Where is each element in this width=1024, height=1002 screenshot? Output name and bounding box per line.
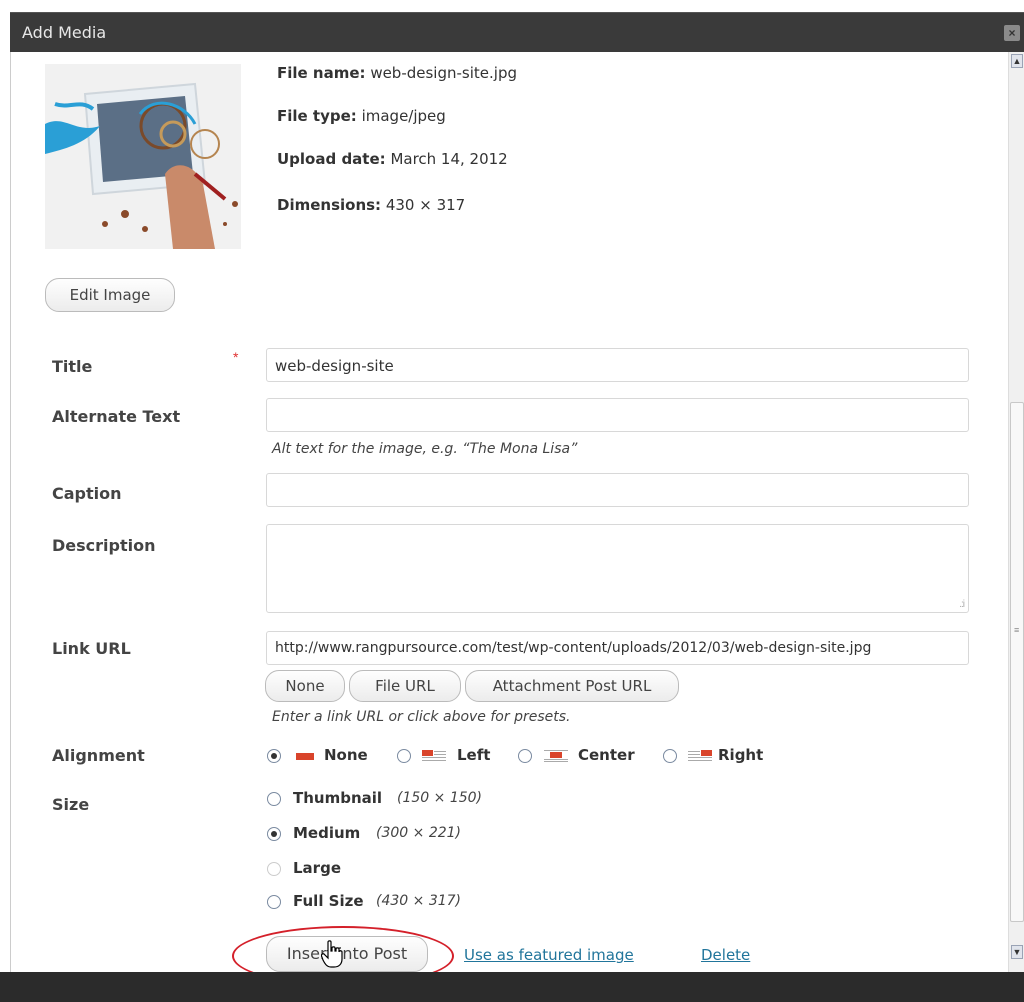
size-thumbnail-dims: (150 × 150) xyxy=(397,790,482,806)
title-input[interactable]: web-design-site xyxy=(266,348,969,382)
use-as-featured-image-link[interactable]: Use as featured image xyxy=(464,946,634,964)
meta-file-type-label: File type: xyxy=(277,107,357,125)
size-full-dims: (430 × 317) xyxy=(376,893,461,909)
meta-upload-date-label: Upload date: xyxy=(277,150,386,168)
align-none-radio[interactable] xyxy=(267,749,281,763)
alt-text-input[interactable] xyxy=(266,398,969,432)
size-full-text: Full Size xyxy=(293,892,364,910)
meta-upload-date-value: March 14, 2012 xyxy=(390,150,508,168)
align-center-icon xyxy=(544,750,568,762)
link-none-button[interactable]: None xyxy=(265,670,345,702)
align-none-text: None xyxy=(324,746,368,764)
scroll-down-icon[interactable]: ▼ xyxy=(1011,945,1023,959)
scroll-thumb[interactable]: ≡ xyxy=(1010,402,1024,922)
align-right-text: Right xyxy=(718,746,764,764)
align-center-radio[interactable] xyxy=(518,749,532,763)
close-icon[interactable]: × xyxy=(1004,25,1020,41)
scroll-grip-icon: ≡ xyxy=(1014,625,1020,635)
size-large-text: Large xyxy=(293,859,341,877)
caption-input[interactable] xyxy=(266,473,969,507)
size-medium-radio[interactable] xyxy=(267,827,281,841)
window-bottom-bar xyxy=(0,972,1024,1002)
title-label: Title xyxy=(52,357,93,376)
size-large-radio xyxy=(267,862,281,876)
link-url-help: Enter a link URL or click above for pres… xyxy=(272,709,571,725)
required-marker: * xyxy=(233,349,239,365)
alt-text-label: Alternate Text xyxy=(52,407,181,426)
thumbnail-art xyxy=(45,64,241,249)
highlight-ring xyxy=(232,926,454,972)
meta-dimensions-value: 430 × 317 xyxy=(385,196,466,214)
link-url-label: Link URL xyxy=(52,639,131,658)
vertical-scrollbar[interactable]: ▲ ≡ ▼ xyxy=(1008,52,1024,972)
alignment-label: Alignment xyxy=(52,746,145,765)
size-thumbnail-text: Thumbnail xyxy=(293,789,383,807)
attachment-post-url-button[interactable]: Attachment Post URL xyxy=(465,670,679,702)
align-right-radio[interactable] xyxy=(663,749,677,763)
size-medium-text: Medium xyxy=(293,824,361,842)
meta-file-type: File type: image/jpeg xyxy=(277,107,446,125)
description-textarea[interactable]: .:i xyxy=(266,524,969,613)
size-thumbnail-radio[interactable] xyxy=(267,792,281,806)
description-label: Description xyxy=(52,536,156,555)
meta-file-type-value: image/jpeg xyxy=(361,107,446,125)
resize-grip-icon[interactable]: .:i xyxy=(959,599,965,610)
frame-top xyxy=(0,0,1024,12)
meta-file-name-value: web-design-site.jpg xyxy=(370,64,517,82)
size-medium-dims: (300 × 221) xyxy=(376,825,461,841)
meta-upload-date: Upload date: March 14, 2012 xyxy=(277,150,508,168)
meta-file-name: File name: web-design-site.jpg xyxy=(277,64,517,82)
hand-cursor-icon xyxy=(321,940,343,968)
caption-label: Caption xyxy=(52,484,122,503)
edit-image-button[interactable]: Edit Image xyxy=(45,278,175,312)
dialog-content: File name: web-design-site.jpg File type… xyxy=(11,52,1009,972)
align-right-icon xyxy=(688,750,712,761)
align-left-radio[interactable] xyxy=(397,749,411,763)
align-left-icon xyxy=(422,750,446,761)
meta-dimensions: Dimensions: 430 × 317 xyxy=(277,196,465,214)
add-media-dialog: File name: web-design-site.jpg File type… xyxy=(10,52,1008,972)
alt-text-help: Alt text for the image, e.g. “The Mona L… xyxy=(272,441,578,457)
meta-file-name-label: File name: xyxy=(277,64,366,82)
meta-dimensions-label: Dimensions: xyxy=(277,196,382,214)
dialog-title: Add Media xyxy=(22,23,107,42)
image-thumbnail xyxy=(45,64,241,249)
scroll-up-icon[interactable]: ▲ xyxy=(1011,54,1023,68)
link-url-input[interactable]: http://www.rangpursource.com/test/wp-con… xyxy=(266,631,969,665)
size-label: Size xyxy=(52,795,90,814)
dialog-titlebar: Add Media × xyxy=(10,12,1024,52)
align-left-text: Left xyxy=(457,746,491,764)
file-url-button[interactable]: File URL xyxy=(349,670,461,702)
size-full-radio[interactable] xyxy=(267,895,281,909)
align-none-icon xyxy=(296,753,314,760)
delete-link[interactable]: Delete xyxy=(701,946,750,964)
align-center-text: Center xyxy=(578,746,635,764)
